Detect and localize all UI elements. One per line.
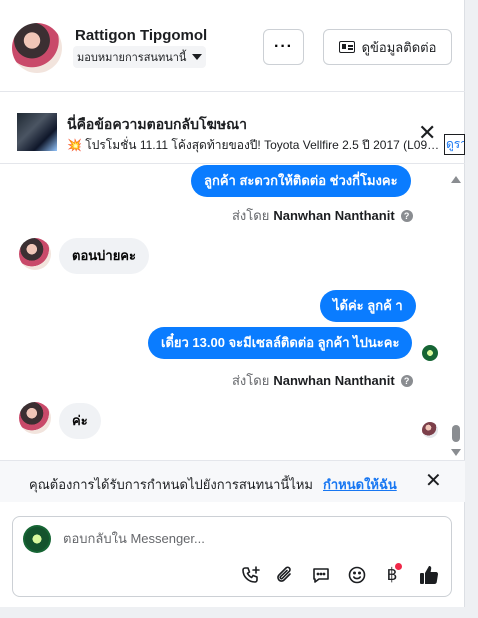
ad-reply-title: นี่คือข้อความตอบกลับโฆษณา: [67, 116, 247, 132]
incoming-message[interactable]: ตอนบ่ายคะ: [59, 238, 149, 274]
contact-card-icon: [338, 41, 355, 53]
scroll-down-arrow[interactable]: [451, 449, 461, 456]
sent-by-label: ส่งโดย Nanwhan Nanthanit ?: [232, 205, 413, 226]
close-icon[interactable]: ✕: [425, 471, 442, 491]
attachment-icon[interactable]: [273, 563, 297, 587]
assign-dropdown-label: มอบหมายการสนทนานี้: [77, 52, 187, 64]
sent-by-label: ส่งโดย Nanwhan Nanthanit ?: [232, 370, 413, 391]
thumbs-up-icon[interactable]: [417, 563, 441, 587]
view-contact-info-button[interactable]: ดูข้อมูลติดต่อ: [323, 29, 452, 65]
contact-message-avatar: [19, 238, 51, 270]
ad-reply-banner: นี่คือข้อความตอบกลับโฆษณา 💥 โปรโมชั่น 11…: [0, 100, 465, 164]
reply-input[interactable]: [63, 531, 433, 546]
contact-avatar[interactable]: [12, 23, 62, 73]
contact-message-avatar: [19, 402, 51, 434]
conversation-header: Rattigon Tipgomol มอบหมายการสนทนานี้ ···…: [0, 0, 465, 92]
sender-name: Nanwhan Nanthanit: [273, 373, 395, 388]
outgoing-message[interactable]: ลูกค้า สะดวกให้ติดต่อ ช่วงกี่โมงคะ: [191, 165, 411, 197]
payment-baht-icon[interactable]: ฿: [380, 563, 404, 587]
incoming-message[interactable]: ค่ะ: [59, 403, 101, 439]
close-icon[interactable]: ✕: [418, 122, 436, 144]
page-avatar: [23, 525, 51, 553]
assign-to-me-link[interactable]: กำหนดให้ฉัน: [323, 474, 397, 495]
view-contact-info-label: ดูข้อมูลติดต่อ: [361, 39, 437, 55]
notification-dot: [395, 563, 402, 570]
caret-down-icon: [192, 54, 203, 60]
assign-prompt-question: คุณต้องการได้รับการกำหนดไปยังการสนทนานี้…: [29, 477, 313, 492]
ad-view-link[interactable]: ดูรา: [444, 134, 465, 155]
help-icon[interactable]: ?: [400, 209, 413, 222]
page-avatar: [422, 345, 438, 361]
assign-dropdown[interactable]: มอบหมายการสนทนานี้: [73, 46, 207, 68]
call-add-icon[interactable]: [239, 563, 263, 587]
emoji-icon[interactable]: [345, 563, 369, 587]
seen-avatar: [422, 422, 438, 438]
saved-replies-icon[interactable]: [309, 563, 333, 587]
assign-prompt-bar: คุณต้องการได้รับการกำหนดไปยังการสนทนานี้…: [0, 460, 465, 502]
help-icon[interactable]: ?: [400, 374, 413, 387]
more-options-button[interactable]: ···: [263, 29, 304, 65]
message-composer: ฿: [12, 516, 452, 597]
contact-name[interactable]: Rattigon Tipgomol: [75, 27, 207, 44]
outgoing-message[interactable]: เดี๋ยว 13.00 จะมีเซลล์ติดต่อ ลูกค้า ไปนะ…: [148, 327, 413, 359]
more-icon: ···: [274, 38, 293, 55]
conversation-panel: Rattigon Tipgomol มอบหมายการสนทนานี้ ···…: [0, 0, 465, 607]
ad-thumbnail[interactable]: [17, 113, 57, 151]
scroll-up-arrow[interactable]: [451, 176, 461, 183]
scrollbar-thumb[interactable]: [452, 425, 460, 442]
outgoing-message[interactable]: ได้ค่ะ ลูกค้ า: [320, 290, 416, 322]
ad-reply-description: 💥 โปรโมชั่น 11.11 โค้งสุดท้ายของปี! Toyo…: [67, 138, 441, 152]
sender-name: Nanwhan Nanthanit: [273, 208, 395, 223]
